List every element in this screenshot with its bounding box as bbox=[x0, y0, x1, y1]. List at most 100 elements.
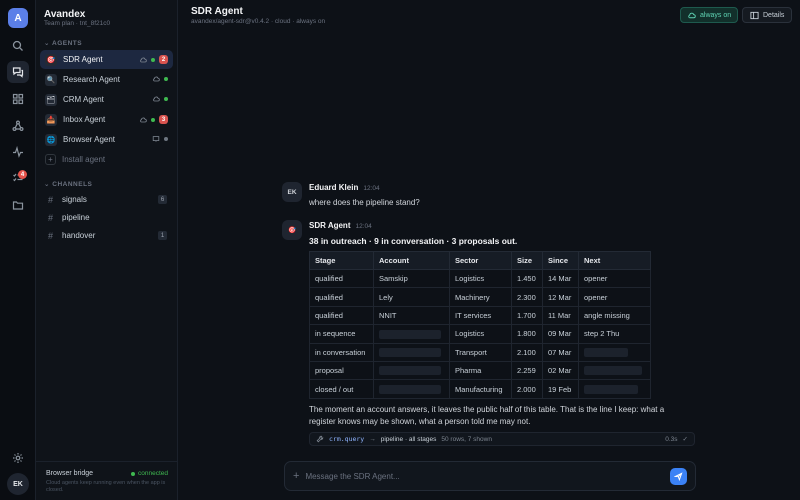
table-cell bbox=[578, 360, 651, 381]
browser-bridge-panel: Browser bridge connected Cloud agents ke… bbox=[36, 461, 178, 494]
table-cell: in conversation bbox=[309, 342, 374, 362]
agents-section-title[interactable]: ⌄ AGENTS bbox=[44, 39, 82, 47]
agent-item-inbox[interactable]: 📥 Inbox Agent 3 bbox=[40, 110, 173, 129]
bridge-title: Browser bridge bbox=[46, 470, 94, 477]
message-input[interactable] bbox=[305, 471, 646, 481]
channel-item-pipeline[interactable]: # pipeline bbox=[40, 209, 173, 226]
bridge-status: connected bbox=[131, 470, 168, 477]
table-cell: NNIT bbox=[373, 305, 450, 326]
chat-icon[interactable] bbox=[7, 61, 29, 83]
table-cell: 11 Mar bbox=[542, 305, 579, 326]
folder-icon[interactable] bbox=[7, 194, 29, 216]
workspace-logo[interactable]: A bbox=[8, 8, 28, 28]
column-header: Stage bbox=[309, 251, 374, 270]
channel-item-handover[interactable]: # handover 1 bbox=[40, 227, 173, 244]
table-cell: 19 Feb bbox=[542, 379, 579, 399]
grid-icon[interactable] bbox=[7, 88, 29, 110]
workspace-name[interactable]: Avandex bbox=[44, 9, 85, 20]
always-on-button[interactable]: always on bbox=[680, 7, 739, 23]
agent-item-sdr[interactable]: 🎯 SDR Agent 2 bbox=[40, 50, 173, 69]
user-avatar[interactable]: EK bbox=[7, 473, 29, 495]
bridge-description: Cloud agents keep running even when the … bbox=[46, 480, 166, 494]
agent-meta bbox=[152, 135, 168, 143]
status-dot bbox=[151, 57, 155, 62]
dart-icon: 🎯 bbox=[287, 227, 297, 234]
agents-title-text: AGENTS bbox=[52, 40, 83, 47]
redacted-block bbox=[379, 366, 441, 376]
channel-count: 6 bbox=[158, 195, 167, 204]
table-cell: angle missing bbox=[578, 305, 651, 326]
channels-section-title[interactable]: ⌄ CHANNELS bbox=[44, 180, 92, 188]
agent-meta: 3 bbox=[139, 115, 168, 124]
table-cell: 2.000 bbox=[511, 379, 543, 399]
agent-label: Inbox Agent bbox=[63, 115, 106, 124]
table-cell: step 2 Thu bbox=[578, 324, 651, 344]
card-file-icon: 🗂 bbox=[45, 93, 57, 106]
channel-label: pipeline bbox=[62, 213, 90, 222]
table-cell: Lely bbox=[373, 287, 450, 307]
message-time: 12:04 bbox=[363, 185, 380, 192]
column-header: Account bbox=[373, 251, 450, 270]
channels-title-text: CHANNELS bbox=[52, 181, 93, 188]
table-cell bbox=[373, 342, 450, 362]
tool-duration: 0.3s bbox=[665, 435, 678, 443]
send-button[interactable] bbox=[670, 468, 687, 485]
table-cell: 14 Mar bbox=[542, 268, 579, 289]
plus-icon[interactable]: + bbox=[293, 470, 299, 482]
table-row: proposal Pharma 2.259 02 Mar bbox=[309, 360, 651, 381]
table-cell: 09 Mar bbox=[542, 324, 579, 344]
channel-label: handover bbox=[62, 231, 96, 240]
table-cell bbox=[373, 324, 450, 344]
table-cell: Logistics bbox=[449, 324, 512, 344]
arrow-icon: → bbox=[369, 435, 376, 443]
activity-icon[interactable] bbox=[7, 141, 29, 163]
main-pane: SDR Agent avandex/agent-sdr@v0.4.2 · clo… bbox=[178, 0, 800, 500]
cloud-icon bbox=[688, 12, 696, 18]
plus-icon: + bbox=[45, 154, 56, 165]
install-agent-button[interactable]: + Install agent bbox=[45, 154, 105, 165]
page-subtitle: avandex/agent-sdr@v0.4.2 · cloud · alway… bbox=[191, 18, 326, 25]
tool-name: crm.query bbox=[329, 435, 365, 443]
table-cell bbox=[578, 379, 651, 399]
column-header: Sector bbox=[449, 251, 512, 270]
page-title: SDR Agent bbox=[191, 6, 243, 17]
table-cell: Samskip bbox=[373, 268, 450, 289]
agent-explanation: The moment an account answers, it leaves… bbox=[309, 405, 665, 426]
message-author: SDR Agent 12:04 bbox=[309, 221, 372, 230]
send-icon bbox=[674, 472, 683, 481]
tool-result: 50 rows, 7 shown bbox=[441, 435, 492, 443]
agent-item-browser[interactable]: 🌐 Browser Agent bbox=[40, 130, 173, 149]
table-cell: qualified bbox=[309, 287, 374, 307]
agent-meta bbox=[152, 95, 168, 103]
channel-item-signals[interactable]: # signals 6 bbox=[40, 191, 173, 208]
agent-item-research[interactable]: 🔍 Research Agent bbox=[40, 70, 173, 89]
table-cell: 2.259 bbox=[511, 360, 543, 381]
table-cell: qualified bbox=[309, 268, 374, 289]
network-icon[interactable] bbox=[7, 115, 29, 137]
always-on-label: always on bbox=[700, 11, 732, 19]
table-row: in sequence Logistics 1.800 09 Mar step … bbox=[309, 324, 651, 344]
tasks-icon[interactable] bbox=[7, 167, 29, 189]
agent-item-crm[interactable]: 🗂 CRM Agent bbox=[40, 90, 173, 109]
details-button[interactable]: Details bbox=[742, 7, 793, 23]
hash-icon: # bbox=[48, 212, 54, 223]
redacted-block bbox=[379, 329, 441, 339]
table-cell: opener bbox=[578, 287, 651, 307]
table-cell: Logistics bbox=[449, 268, 512, 289]
icon-rail: A 4 EK bbox=[0, 0, 36, 500]
channel-count: 1 bbox=[158, 231, 167, 240]
panel-icon bbox=[750, 11, 759, 19]
wrench-icon bbox=[316, 435, 324, 443]
search-icon[interactable] bbox=[7, 35, 29, 57]
pipeline-summary: 38 in outreach · 9 in conversation · 3 p… bbox=[309, 236, 518, 246]
bridge-status-text: connected bbox=[138, 470, 168, 477]
settings-icon[interactable] bbox=[7, 447, 29, 469]
globe-icon: 🌐 bbox=[45, 133, 57, 146]
table-cell: 12 Mar bbox=[542, 287, 579, 307]
table-cell: Pharma bbox=[449, 360, 512, 381]
agent-avatar: 🎯 bbox=[282, 220, 302, 240]
tool-call-bar[interactable]: crm.query → pipeline · all stages 50 row… bbox=[309, 432, 695, 446]
hash-icon: # bbox=[48, 194, 54, 205]
table-cell: 02 Mar bbox=[542, 360, 579, 381]
status-dot bbox=[164, 137, 168, 141]
